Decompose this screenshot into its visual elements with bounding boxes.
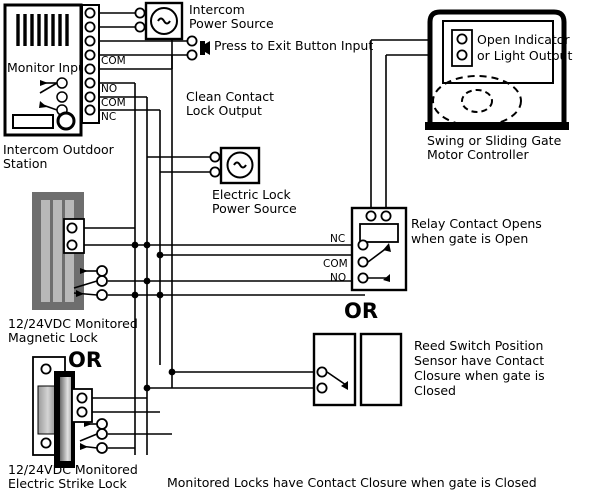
- intercom-power-source[interactable]: [134, 1, 184, 41]
- electric-strike-caption-2: Electric Strike Lock: [8, 476, 127, 491]
- gate-controller-caption-2: Motor Controller: [427, 147, 529, 162]
- strike-screw-top: [40, 363, 52, 375]
- relay-label-com: COM: [323, 258, 348, 270]
- wiring-diagram-canvas: Monitor Input COM NO COM NC Intercom Out…: [0, 0, 596, 500]
- magnetic-lock-caption-1: 12/24VDC Monitored: [8, 316, 138, 331]
- magnetic-lock[interactable]: [32, 192, 108, 310]
- terminal-label-com-top: COM: [101, 55, 126, 67]
- maglock-stripe-1: [41, 200, 50, 302]
- or-label-left: OR: [68, 348, 102, 372]
- relay-terminal-nc[interactable]: [357, 239, 369, 251]
- power-terminal-bottom[interactable]: [134, 21, 146, 33]
- intercom-terminal-strip[interactable]: [81, 4, 100, 124]
- reed-caption-4: Closed: [414, 383, 456, 398]
- intercom-power-caption-1: Intercom: [189, 2, 245, 17]
- call-button[interactable]: [56, 111, 76, 131]
- controller-terminal-1[interactable]: [456, 33, 468, 45]
- maglock-terminal-1[interactable]: [66, 222, 78, 234]
- electric-lock-power-caption-2: Power Source: [212, 201, 297, 216]
- relay-terminal-com[interactable]: [357, 256, 369, 268]
- push-button-cap-icon: [205, 41, 210, 55]
- reed-switch-sensor[interactable]: [312, 332, 403, 407]
- intercom-station-caption-2: Station: [3, 156, 47, 171]
- reed-magnet-body: [359, 332, 403, 407]
- press-to-exit-button[interactable]: [186, 35, 210, 61]
- intercom-power-caption-2: Power Source: [189, 16, 274, 31]
- strike-screw-bottom: [40, 437, 52, 449]
- or-label-right: OR: [344, 299, 378, 323]
- relay-coil-body: [359, 223, 399, 243]
- exit-terminal-bottom[interactable]: [186, 49, 198, 61]
- maglock-terminal-2[interactable]: [66, 239, 78, 251]
- strike-arrow-icon-2: [80, 443, 88, 450]
- footer-note: Monitored Locks have Contact Closure whe…: [167, 475, 537, 490]
- electric-lock-power-caption-1: Electric Lock: [212, 187, 292, 202]
- controller-base: [425, 122, 569, 130]
- relay-contact-block[interactable]: [350, 206, 408, 292]
- reed-terminal-2[interactable]: [316, 382, 328, 394]
- relay-label-no: NO: [330, 272, 346, 284]
- gate-motor-controller[interactable]: [425, 9, 569, 130]
- wiring-diagram-svg: Monitor Input COM NO COM NC Intercom Out…: [3, 1, 572, 491]
- reed-caption-3: Closure when gate is: [414, 368, 545, 383]
- electric-lock-power-source[interactable]: [209, 146, 261, 185]
- magnetic-lock-caption-2: Magnetic Lock: [8, 330, 98, 345]
- monitor-input-label: Monitor Input: [7, 60, 91, 75]
- strike-solenoid: [60, 377, 71, 461]
- relay-terminal-no[interactable]: [357, 272, 369, 284]
- relay-coil-terminal-2[interactable]: [380, 210, 392, 222]
- nameplate: [12, 114, 54, 129]
- controller-output-caption-1: Open Indicator: [477, 32, 570, 47]
- strike-terminal-2[interactable]: [76, 406, 88, 418]
- strike-terminal-1[interactable]: [76, 392, 88, 404]
- intercom-outdoor-station[interactable]: Monitor Input: [3, 3, 91, 137]
- elock-terminal-top[interactable]: [209, 151, 221, 163]
- intercom-station-caption-1: Intercom Outdoor: [3, 142, 115, 157]
- controller-output-caption-2: or Light Output: [477, 48, 572, 63]
- electric-strike-caption-1: 12/24VDC Monitored: [8, 462, 138, 477]
- strike-monitor-contacts: [79, 418, 108, 454]
- reed-terminal-1[interactable]: [316, 366, 328, 378]
- relay-coil-terminal-1[interactable]: [365, 210, 377, 222]
- relay-caption-2: when gate is Open: [411, 231, 528, 246]
- elock-terminal-bottom[interactable]: [209, 166, 221, 178]
- reed-caption-1: Reed Switch Position: [414, 338, 543, 353]
- press-to-exit-label: Press to Exit Button Input: [214, 38, 373, 53]
- terminal-label-nc: NC: [101, 111, 116, 123]
- controller-terminal-2[interactable]: [456, 49, 468, 61]
- exit-terminal-top[interactable]: [186, 35, 198, 47]
- clean-contact-caption-2: Lock Output: [186, 103, 262, 118]
- relay-label-nc: NC: [330, 233, 345, 245]
- push-button-icon[interactable]: [200, 41, 205, 55]
- clean-contact-caption-1: Clean Contact: [186, 89, 274, 104]
- maglock-stripe-2: [53, 200, 62, 302]
- terminal-label-com-bottom: COM: [101, 97, 126, 109]
- strike-keeper: [37, 385, 57, 435]
- power-terminal-top[interactable]: [134, 7, 146, 19]
- terminal-label-no: NO: [101, 83, 117, 95]
- reed-caption-2: Sensor have Contact: [414, 353, 544, 368]
- relay-caption-1: Relay Contact Opens: [411, 216, 542, 231]
- wire-junction-dots: [131, 23, 176, 392]
- gate-controller-caption-1: Swing or Sliding Gate: [427, 133, 562, 148]
